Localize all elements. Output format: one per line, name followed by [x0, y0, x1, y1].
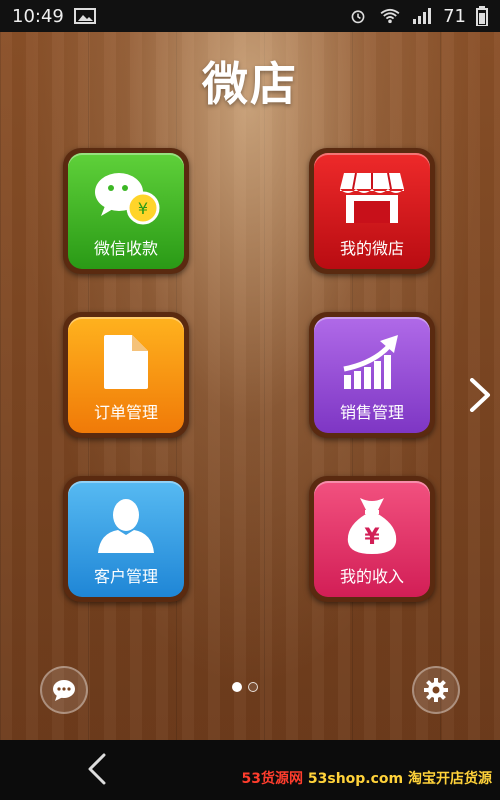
gear-icon: [424, 678, 448, 702]
document-icon: [104, 335, 148, 389]
tile-wechat-payment-face[interactable]: ¥ 微信收款: [68, 153, 184, 269]
next-page-arrow-icon[interactable]: [466, 378, 494, 412]
tile-order-management[interactable]: 订单管理: [63, 312, 189, 438]
settings-button[interactable]: [412, 666, 460, 714]
money-bag-icon: ¥: [347, 498, 397, 554]
tile-sales-management[interactable]: 销售管理: [309, 312, 435, 438]
tile-customer-management-face[interactable]: 客户管理: [68, 481, 184, 597]
tile-my-income[interactable]: ¥ 我的收入: [309, 476, 435, 602]
page-title: 微店: [202, 57, 298, 111]
tile-label: 我的收入: [339, 567, 404, 586]
chat-bubble-icon: [53, 680, 75, 701]
wifi-icon: [380, 8, 400, 24]
user-icon: [98, 499, 154, 553]
tile-sales-management-face[interactable]: 销售管理: [314, 317, 430, 433]
page-indicator: [232, 682, 258, 692]
page-dot: [248, 682, 258, 692]
tile-label: 订单管理: [93, 403, 158, 422]
watermark-slogan: 淘宝开店货源: [408, 771, 492, 787]
shop-icon: [340, 172, 404, 223]
battery-level: 71: [443, 5, 466, 27]
alarm-icon: [351, 10, 365, 24]
svg-text:¥: ¥: [364, 525, 380, 550]
tile-label: 销售管理: [339, 403, 404, 422]
status-bar: 10:49 71: [0, 0, 500, 32]
tile-order-management-face[interactable]: 订单管理: [68, 317, 184, 433]
tile-label: 客户管理: [93, 567, 158, 586]
battery-icon: [476, 6, 488, 26]
page-dot-active: [232, 682, 242, 692]
tile-my-shop-face[interactable]: 我的微店: [314, 153, 430, 269]
svg-text:¥: ¥: [138, 199, 148, 218]
tile-wechat-payment[interactable]: ¥ 微信收款: [63, 148, 189, 274]
watermark-brand: 53货源网: [241, 771, 303, 787]
tile-label: 我的微店: [339, 239, 404, 258]
tile-customer-management[interactable]: 客户管理: [63, 476, 189, 602]
image-icon: [73, 8, 96, 24]
signal-icon: [413, 8, 432, 24]
watermark: 53货源网 53shop.com 淘宝开店货源: [242, 768, 492, 788]
tile-label: 微信收款: [93, 239, 158, 258]
watermark-url: 53shop.com: [307, 771, 404, 787]
wechat-money-icon: ¥: [95, 173, 160, 225]
tile-my-shop[interactable]: 我的微店: [309, 148, 435, 274]
message-button[interactable]: [40, 666, 88, 714]
back-arrow-icon[interactable]: [84, 752, 108, 786]
sales-chart-icon: [343, 335, 398, 389]
clock: 10:49: [12, 5, 64, 27]
tile-my-income-face[interactable]: ¥ 我的收入: [314, 481, 430, 597]
